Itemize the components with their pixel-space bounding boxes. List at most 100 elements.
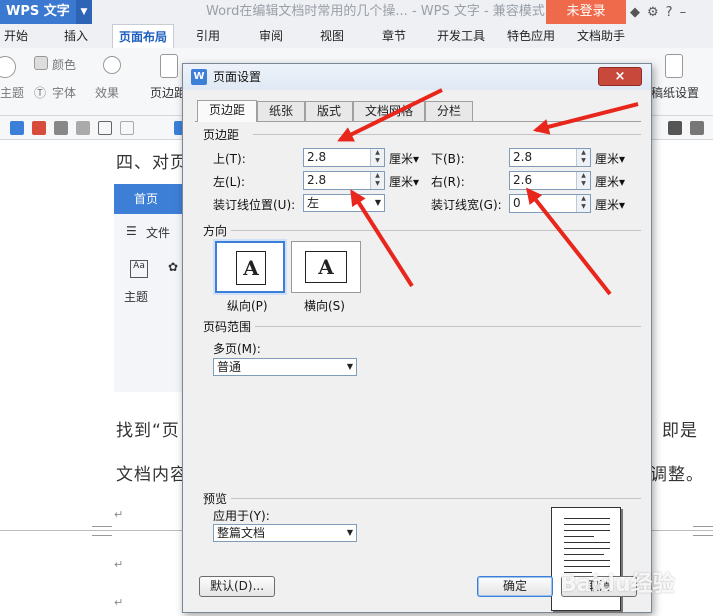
- right-margin-label: 右(R):: [431, 175, 465, 189]
- paragraph-mark: ↵: [114, 558, 124, 571]
- login-button[interactable]: 未登录: [546, 0, 626, 24]
- right-margin-input[interactable]: 2.6 ▲ ▼: [509, 171, 591, 190]
- spinner-icon[interactable]: ▲ ▼: [370, 149, 384, 166]
- bottom-margin-input[interactable]: 2.8 ▲ ▼: [509, 148, 591, 167]
- dialog-title-bar[interactable]: W 页面设置 ×: [183, 64, 651, 90]
- divider: [255, 326, 641, 327]
- spinner-icon[interactable]: ▲ ▼: [576, 195, 590, 212]
- app-name: WPS 文字: [6, 4, 70, 19]
- ok-button[interactable]: 确定: [477, 576, 553, 597]
- undo-icon[interactable]: [98, 121, 112, 135]
- unit-select[interactable]: 厘米▾: [595, 196, 625, 213]
- palette-icon: ✿: [168, 260, 179, 274]
- unit-select[interactable]: 厘米▾: [389, 150, 419, 167]
- redo-icon[interactable]: [120, 121, 134, 135]
- gutter-position-select[interactable]: 左 ▼: [303, 194, 385, 212]
- left-margin-label: 左(L):: [213, 175, 246, 189]
- unit-select[interactable]: 厘米▾: [595, 173, 625, 190]
- settings-icon[interactable]: ⚙: [647, 5, 659, 20]
- theme-label[interactable]: 主题: [0, 84, 24, 101]
- apply-to-label: 应用于(Y):: [213, 509, 270, 523]
- top-margin-input[interactable]: 2.8 ▲ ▼: [303, 148, 385, 167]
- unit-select[interactable]: 厘米▾: [595, 150, 625, 167]
- spinner-icon[interactable]: ▲ ▼: [370, 172, 384, 189]
- chevron-down-icon: ▼: [346, 528, 353, 537]
- tab-doc-grid[interactable]: 文档网格: [353, 101, 425, 121]
- theme-icon[interactable]: [0, 56, 16, 78]
- top-margin-value: 2.8: [307, 150, 327, 164]
- multi-page-label: 多页(M):: [213, 342, 261, 356]
- bottom-margin-value: 2.8: [513, 150, 533, 164]
- margins-section-label: 页边距: [203, 128, 240, 142]
- color-label[interactable]: 颜色: [52, 56, 76, 73]
- title-bar: WPS 文字 ▼ Word在编辑文档时常用的几个操... - WPS 文字 - …: [0, 0, 713, 24]
- tools-icon[interactable]: [690, 121, 704, 135]
- menu-bar: 开始 插入 页面布局 引用 审阅 视图 章节 开发工具 特色应用 文档助手: [0, 24, 713, 49]
- spinner-icon[interactable]: ▲ ▼: [576, 172, 590, 189]
- multi-page-select[interactable]: 普通 ▼: [213, 358, 357, 376]
- right-margin-value: 2.6: [513, 173, 533, 187]
- gutter-width-input[interactable]: 0 ▲ ▼: [509, 194, 591, 213]
- play-icon[interactable]: [668, 121, 682, 135]
- divider: [231, 498, 641, 499]
- print-icon[interactable]: [54, 121, 68, 135]
- doc-paragraph-1: 找到“页: [116, 421, 180, 441]
- embed-text-icon: Aa: [130, 260, 148, 278]
- spinner-icon[interactable]: ▲ ▼: [576, 149, 590, 166]
- paragraph-mark: ↵: [114, 508, 124, 521]
- gutter-position-value: 左: [307, 196, 320, 210]
- tab-start[interactable]: 开始: [4, 24, 28, 48]
- portrait-label[interactable]: 纵向(P): [227, 297, 268, 314]
- chevron-down-icon: ▼: [374, 198, 381, 207]
- save-icon[interactable]: [10, 121, 24, 135]
- menu-icon: ☰: [126, 224, 137, 238]
- paper-icon[interactable]: [665, 54, 683, 78]
- font-label[interactable]: 字体: [52, 84, 76, 101]
- paper-label[interactable]: 稿纸设置: [651, 84, 699, 101]
- tab-features[interactable]: 特色应用: [507, 24, 555, 48]
- left-margin-input[interactable]: 2.8 ▲ ▼: [303, 171, 385, 190]
- doc-paragraph-2-end: 调整。: [650, 465, 704, 485]
- top-margin-label: 上(T):: [213, 152, 246, 166]
- tab-developer[interactable]: 开发工具: [437, 24, 485, 48]
- tab-page-layout[interactable]: 页面布局: [112, 24, 175, 49]
- tab-view[interactable]: 视图: [320, 24, 344, 48]
- landscape-option[interactable]: A: [291, 241, 361, 293]
- font-icon[interactable]: Ⓣ: [34, 84, 46, 101]
- unit-select[interactable]: 厘米▾: [389, 173, 419, 190]
- margin-icon[interactable]: [160, 54, 178, 78]
- effect-icon[interactable]: [103, 56, 121, 74]
- color-icon[interactable]: [34, 56, 48, 70]
- help-icon[interactable]: ?: [666, 5, 673, 20]
- margin-label[interactable]: 页边距: [150, 84, 186, 101]
- tab-paper[interactable]: 纸张: [257, 101, 305, 121]
- tab-review[interactable]: 审阅: [259, 24, 283, 48]
- divider: [231, 230, 641, 231]
- pdf-icon[interactable]: [32, 121, 46, 135]
- tab-layout[interactable]: 版式: [305, 101, 353, 121]
- doc-heading: 四、对页: [116, 153, 188, 173]
- tab-doc-helper[interactable]: 文档助手: [577, 24, 625, 48]
- tab-insert[interactable]: 插入: [64, 24, 88, 48]
- portrait-option[interactable]: A: [215, 241, 285, 293]
- default-button[interactable]: 默认(D)...: [199, 576, 275, 597]
- close-icon[interactable]: ×: [598, 67, 642, 86]
- tab-columns[interactable]: 分栏: [425, 101, 473, 121]
- tab-margins[interactable]: 页边距: [197, 100, 257, 122]
- landscape-label[interactable]: 横向(S): [304, 297, 345, 314]
- effect-label[interactable]: 效果: [95, 84, 119, 101]
- apply-to-select[interactable]: 整篇文档 ▼: [213, 524, 357, 542]
- minimize-icon[interactable]: –: [680, 5, 687, 20]
- chevron-down-icon: ▼: [346, 362, 353, 371]
- preview-icon[interactable]: [76, 121, 90, 135]
- preview-section-label: 预览: [203, 492, 228, 506]
- margins-panel: 页边距 上(T): 2.8 ▲ ▼ 厘米▾ 下(B): 2.8 ▲ ▼ 厘米▾ 左(…: [195, 121, 641, 611]
- tab-chapter[interactable]: 章节: [382, 24, 406, 48]
- wps-logo-icon: W: [191, 69, 207, 85]
- tab-references[interactable]: 引用: [196, 24, 220, 48]
- chevron-down-icon[interactable]: ▼: [76, 0, 92, 24]
- embed-theme-label: 主题: [124, 290, 149, 304]
- doc-paragraph-2: 文档内容: [116, 465, 188, 485]
- app-menu-button[interactable]: WPS 文字 ▼: [0, 0, 92, 24]
- skin-icon[interactable]: ◆: [630, 5, 640, 20]
